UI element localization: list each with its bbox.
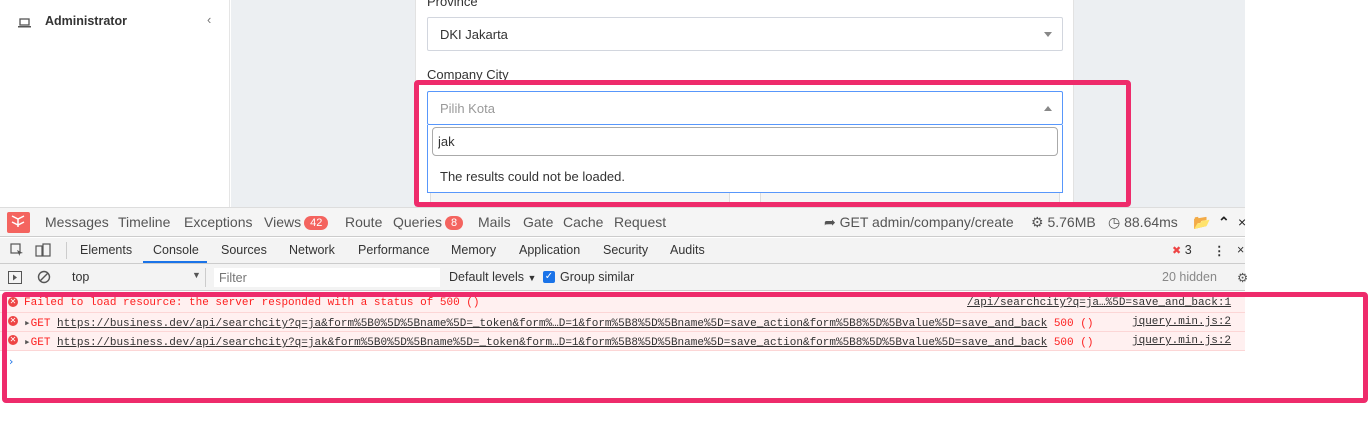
sidebar <box>0 0 230 207</box>
error-count: 3 <box>1184 243 1192 257</box>
caret-down-icon <box>1044 32 1052 37</box>
group-similar-checkbox[interactable]: ✓ <box>543 271 555 283</box>
province-value: DKI Jakarta <box>440 26 508 42</box>
tab-application[interactable]: Application <box>519 243 580 257</box>
memory-text: 5.76MB <box>1047 214 1096 230</box>
close-icon[interactable]: × <box>1238 214 1246 230</box>
province-select[interactable]: DKI Jakarta <box>427 17 1063 51</box>
levels-label: Default levels <box>449 270 525 284</box>
debugbar-gate[interactable]: Gate <box>523 214 553 230</box>
toolbar-divider <box>66 242 67 259</box>
views-label: Views <box>264 214 302 230</box>
chevron-up-icon[interactable]: ⌃ <box>1218 214 1230 231</box>
context-value: top <box>72 270 90 284</box>
gears-icon: ⚙ <box>1031 214 1044 230</box>
province-label: Province <box>427 0 478 9</box>
tab-performance[interactable]: Performance <box>358 243 430 257</box>
active-tab-indicator <box>143 261 207 263</box>
console-filter-input[interactable] <box>214 268 440 287</box>
more-options-icon[interactable]: ⋮ <box>1213 243 1226 258</box>
route-text: GET admin/company/create <box>839 214 1014 230</box>
tab-sources[interactable]: Sources <box>221 243 267 257</box>
debugbar-time[interactable]: ◷ 88.64ms <box>1108 214 1178 231</box>
context-selector[interactable]: top ▼ <box>64 268 206 287</box>
log-levels-dropdown[interactable]: Default levels ▼ <box>449 270 536 284</box>
share-arrow-icon: ➦ <box>824 214 836 230</box>
group-similar-label: Group similar <box>560 270 635 284</box>
inspect-element-icon[interactable] <box>10 243 24 257</box>
tab-security[interactable]: Security <box>603 243 648 257</box>
dropdown-arrow-icon: ▼ <box>192 270 201 280</box>
tab-network[interactable]: Network <box>289 243 335 257</box>
debugbar-route-info[interactable]: ➦ GET admin/company/create <box>824 214 1014 231</box>
views-count-badge: 42 <box>304 216 329 230</box>
debugbar-queries[interactable]: Queries 8 <box>393 214 464 230</box>
debugbar-exceptions[interactable]: Exceptions <box>184 214 252 230</box>
close-devtools-icon[interactable]: × <box>1237 243 1244 257</box>
highlight-box-dropdown <box>414 80 1131 207</box>
debugbar-route[interactable]: Route <box>345 214 382 230</box>
highlight-box-console <box>2 292 1368 403</box>
dropdown-arrow-icon: ▼ <box>527 273 537 283</box>
settings-gear-icon[interactable]: ⚙ <box>1237 270 1248 285</box>
debugbar-memory[interactable]: ⚙ 5.76MB <box>1031 214 1096 231</box>
queries-label: Queries <box>393 214 443 230</box>
sidebar-toggle-icon[interactable] <box>8 271 22 284</box>
laravel-logo-icon[interactable] <box>7 212 30 233</box>
debugbar-mails[interactable]: Mails <box>478 214 511 230</box>
queries-count-badge: 8 <box>445 216 464 230</box>
laptop-icon <box>18 16 31 28</box>
clock-icon: ◷ <box>1108 214 1121 230</box>
clear-console-icon[interactable] <box>37 270 51 284</box>
tab-console[interactable]: Console <box>153 243 199 257</box>
device-toolbar-icon[interactable] <box>35 243 51 257</box>
tab-audits[interactable]: Audits <box>670 243 705 257</box>
sidebar-item-label: Administrator <box>45 14 127 28</box>
sidebar-item-administrator[interactable]: Administrator <box>18 12 218 30</box>
folder-open-icon[interactable]: 📂 <box>1193 214 1210 231</box>
debugbar-request[interactable]: Request <box>614 214 666 230</box>
debugbar-views[interactable]: Views 42 <box>264 214 329 230</box>
time-text: 88.64ms <box>1124 214 1178 230</box>
tab-elements[interactable]: Elements <box>80 243 132 257</box>
chevron-left-icon[interactable]: ‹ <box>207 12 211 27</box>
debugbar-messages[interactable]: Messages <box>45 214 109 230</box>
debugbar-timeline[interactable]: Timeline <box>118 214 170 230</box>
error-circle-icon: ✖ <box>1172 245 1182 257</box>
tab-memory[interactable]: Memory <box>451 243 496 257</box>
error-count-indicator[interactable]: ✖ 3 <box>1172 243 1192 257</box>
hidden-count: 20 hidden <box>1162 270 1217 284</box>
debugbar-cache[interactable]: Cache <box>563 214 603 230</box>
